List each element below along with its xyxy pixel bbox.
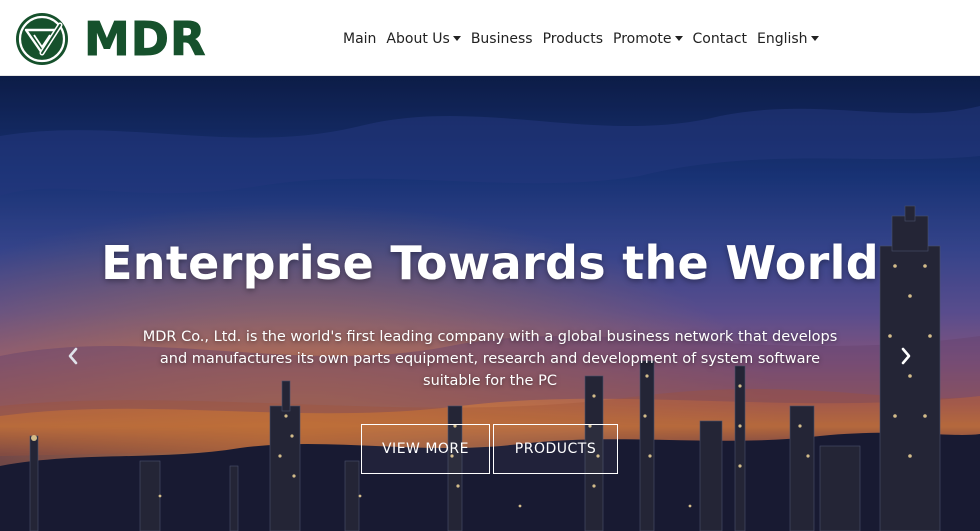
caret-down-icon <box>452 35 461 41</box>
chevron-left-icon <box>68 347 78 365</box>
nav-item-language[interactable]: English <box>752 31 824 47</box>
chevron-right-icon <box>901 347 911 365</box>
nav-item-label: Products <box>542 31 604 47</box>
carousel-next-button[interactable] <box>896 344 916 368</box>
view-more-button[interactable]: VIEW MORE <box>361 424 490 474</box>
hero-overlay <box>0 76 980 531</box>
hero-description: MDR Co., Ltd. is the world's first leadi… <box>142 329 838 389</box>
logo-emblem-icon <box>16 13 68 65</box>
nav-item-promote[interactable]: Promote <box>608 31 688 47</box>
nav-item-about-us[interactable]: About Us <box>381 31 465 47</box>
carousel-prev-button[interactable] <box>63 344 83 368</box>
nav-item-label: Contact <box>692 31 747 47</box>
nav-item-business[interactable]: Business <box>466 31 538 47</box>
caret-down-icon <box>810 35 819 41</box>
nav-item-label: Promote <box>613 31 672 47</box>
nav-item-label: English <box>757 31 808 47</box>
brand-logo[interactable]: MDR <box>12 11 242 67</box>
nav-item-label: Main <box>343 31 377 47</box>
nav-item-label: Business <box>470 31 533 47</box>
brand-name: MDR <box>83 12 207 66</box>
nav-item-label: About Us <box>386 31 450 47</box>
navbar: MDR Main About Us Business Products Prom… <box>0 0 980 76</box>
main-menu: Main About Us Business Products Promote … <box>338 27 824 51</box>
products-button[interactable]: PRODUCTS <box>493 424 618 474</box>
hero-title: Enterprise Towards the World <box>101 236 879 290</box>
nav-item-contact[interactable]: Contact <box>688 31 752 47</box>
nav-item-products[interactable]: Products <box>538 31 608 47</box>
nav-item-main[interactable]: Main <box>338 31 381 47</box>
caret-down-icon <box>674 35 683 41</box>
hero-carousel: Enterprise Towards the World MDR Co., Lt… <box>0 76 980 531</box>
